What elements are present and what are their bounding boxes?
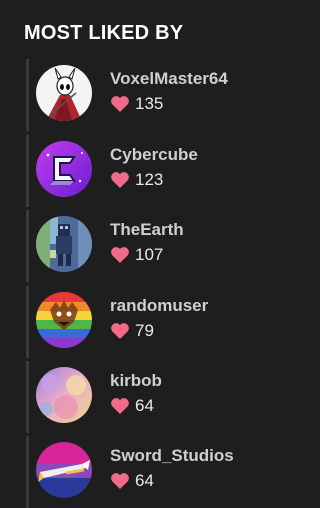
list-item[interactable]: Cybercube 123 [0, 131, 309, 207]
avatar[interactable] [36, 65, 92, 121]
like-count-value: 123 [135, 170, 164, 189]
rainbow-pattern-avatar-icon [36, 292, 92, 348]
like-count-value: 107 [135, 245, 164, 264]
avatar[interactable] [36, 367, 92, 423]
heart-icon [110, 397, 130, 415]
divider-bar [26, 436, 29, 508]
pastel-blur-avatar-icon [36, 367, 92, 423]
list-item[interactable]: randomuser 79 [0, 282, 309, 358]
most-liked-panel: MOST LIKED BY VoxelMaster64 135 Cybercub… [0, 0, 309, 508]
divider-bar [26, 361, 29, 433]
heart-icon [110, 246, 130, 264]
username[interactable]: VoxelMaster64 [110, 69, 228, 89]
username[interactable]: kirbob [110, 371, 162, 391]
list-item[interactable]: TheEarth 107 [0, 206, 309, 282]
list-item[interactable]: Sword_Studios 64 [0, 432, 309, 508]
like-count: 135 [110, 93, 163, 115]
username[interactable]: Sword_Studios [110, 446, 234, 466]
username[interactable]: randomuser [110, 296, 208, 316]
avatar[interactable] [36, 292, 92, 348]
username[interactable]: Cybercube [110, 145, 198, 165]
like-count: 64 [110, 395, 154, 417]
sword-logo-avatar-icon [36, 442, 92, 498]
heart-icon [110, 171, 130, 189]
like-count-value: 64 [135, 396, 154, 415]
like-count: 107 [110, 244, 163, 266]
pixel-figure-avatar-icon [36, 216, 92, 272]
list-item[interactable]: kirbob 64 [0, 357, 309, 433]
heart-icon [110, 322, 130, 340]
like-count: 123 [110, 169, 163, 191]
knight-avatar-icon [36, 65, 92, 121]
list-item[interactable]: VoxelMaster64 135 [0, 55, 309, 131]
avatar[interactable] [36, 442, 92, 498]
like-count-value: 79 [135, 321, 154, 340]
like-count-value: 64 [135, 471, 154, 490]
heart-icon [110, 95, 130, 113]
heart-icon [110, 472, 130, 490]
like-count-value: 135 [135, 94, 164, 113]
username[interactable]: TheEarth [110, 220, 184, 240]
divider-bar [26, 135, 29, 207]
avatar[interactable] [36, 216, 92, 272]
cube-logo-avatar-icon [36, 141, 92, 197]
section-heading: MOST LIKED BY [24, 22, 184, 44]
avatar[interactable] [36, 141, 92, 197]
like-count: 64 [110, 470, 154, 492]
divider-bar [26, 286, 29, 358]
divider-bar [26, 210, 29, 282]
like-count: 79 [110, 320, 154, 342]
divider-bar [26, 59, 29, 131]
